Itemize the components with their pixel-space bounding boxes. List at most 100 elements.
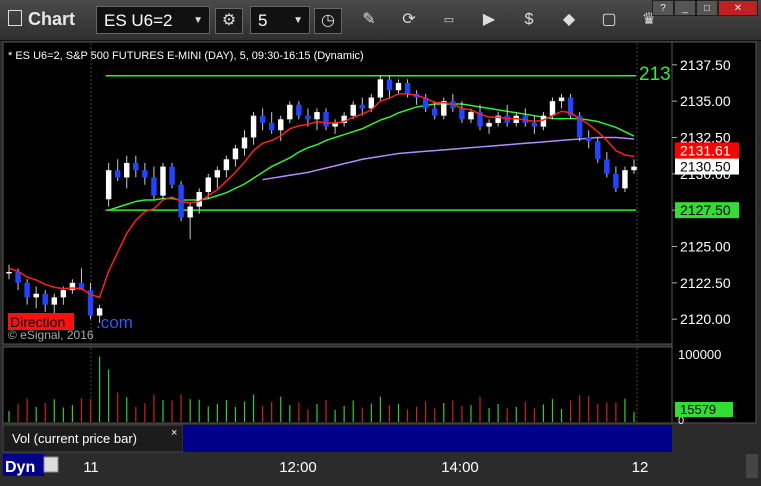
- price-tick-label: 2125.00: [680, 239, 731, 255]
- candle-body: [6, 271, 12, 274]
- candle-body: [114, 170, 121, 178]
- candle-body: [232, 148, 239, 160]
- candle-body: [531, 122, 538, 127]
- watermark-text-b: .com: [96, 313, 133, 332]
- candle-body: [622, 170, 628, 189]
- candle-body: [595, 141, 601, 160]
- comment-icon[interactable]: ▢: [596, 8, 622, 32]
- candle-body: [305, 115, 311, 120]
- candle-body: [549, 101, 556, 116]
- price-tick-label: 2137.50: [680, 57, 731, 73]
- volume-pane: [2, 346, 673, 424]
- vol-legend-text: Vol (current price bar): [12, 431, 137, 446]
- candle-body: [278, 119, 284, 131]
- price-tick-label: 2135.00: [680, 93, 731, 109]
- candle-body: [432, 108, 438, 116]
- price-tag-text: 2127.50: [680, 202, 731, 218]
- chart-header: * ES U6=2, S&P 500 FUTURES E-MINI (DAY),…: [8, 50, 364, 62]
- candle-body: [404, 82, 411, 94]
- x-tick-label: 11: [83, 459, 99, 476]
- chevron-down-icon: ▼: [293, 15, 303, 26]
- chevron-down-icon: ▼: [193, 15, 203, 26]
- dollar-icon[interactable]: $: [516, 8, 542, 32]
- candle-body: [558, 97, 565, 102]
- price-tick-label: 2120.00: [680, 311, 731, 327]
- candle-body: [60, 290, 67, 298]
- candle-body: [196, 192, 202, 207]
- candle-body: [540, 115, 547, 127]
- vol-legend-close-icon[interactable]: ×: [171, 427, 177, 439]
- candle-body: [250, 115, 257, 138]
- vol-tag-text: 15579: [680, 402, 716, 417]
- price-chart[interactable]: * ES U6=2, S&P 500 FUTURES E-MINI (DAY),…: [0, 41, 761, 481]
- symbol-value: ES U6=2: [104, 11, 173, 30]
- candle-body: [359, 104, 365, 109]
- refresh-icon[interactable]: ⟳: [396, 8, 422, 32]
- vol-tick-label: 100000: [678, 347, 721, 362]
- price-tag-text: 2130.50: [680, 159, 731, 175]
- candle-body: [386, 79, 393, 91]
- candle-body: [151, 177, 157, 196]
- candle-body: [24, 282, 30, 298]
- help-button[interactable]: ?: [652, 0, 674, 16]
- chart-area[interactable]: * ES U6=2, S&P 500 FUTURES E-MINI (DAY),…: [0, 41, 761, 481]
- link-settings-icon[interactable]: ⚙: [215, 8, 243, 34]
- candle-body: [160, 166, 166, 196]
- candle-body: [15, 271, 21, 283]
- candle-body: [613, 173, 619, 189]
- top-line-label: 213: [639, 64, 671, 85]
- copyright-text: © eSignal, 2016: [8, 328, 94, 342]
- play-icon[interactable]: ▶: [476, 8, 502, 32]
- price-tag-text: 2131.61: [680, 142, 731, 158]
- candle-body: [33, 293, 39, 298]
- candle-body: [42, 293, 48, 305]
- candle-body: [214, 170, 221, 178]
- vol-legend-bar: [183, 425, 672, 452]
- close-button[interactable]: ✕: [718, 0, 758, 16]
- candle-body: [314, 112, 320, 120]
- eraser-icon[interactable]: ◆: [556, 8, 582, 32]
- candle-body: [51, 297, 58, 305]
- lot-icon[interactable]: ▭: [436, 8, 462, 32]
- candle-body: [142, 170, 148, 178]
- pencil-icon[interactable]: ✎: [356, 8, 382, 32]
- candle-body: [468, 112, 474, 120]
- x-tick-label: 14:00: [441, 459, 479, 476]
- candle-body: [259, 115, 266, 123]
- app-title-text: Chart: [28, 9, 76, 29]
- candle-body: [585, 137, 592, 142]
- candle-body: [604, 159, 610, 174]
- candle-body: [187, 206, 193, 218]
- candle-body: [368, 97, 375, 109]
- candle-body: [105, 170, 112, 200]
- candle-body: [241, 137, 248, 149]
- price-tick-label: 2122.50: [680, 275, 731, 291]
- clock-icon[interactable]: ◷: [314, 8, 342, 34]
- candle-body: [395, 82, 402, 91]
- candle-body: [459, 108, 465, 120]
- candle-body: [268, 122, 275, 131]
- candle-body: [223, 159, 230, 171]
- candle-body: [287, 104, 293, 120]
- candle-body: [631, 166, 637, 171]
- title-bar: Chart ES U6=2 ▼ ⚙ 5 ▼ ◷ ✎ ⟳ ▭ ▶ $ ◆ ▢ ♛ ? …: [0, 0, 761, 41]
- candle-body: [205, 177, 211, 192]
- x-tick-label: 12:00: [279, 459, 317, 476]
- candle-body: [169, 166, 175, 185]
- maximize-button[interactable]: □: [696, 0, 718, 16]
- minimize-button[interactable]: _: [674, 0, 696, 16]
- interval-dropdown[interactable]: 5 ▼: [250, 6, 310, 34]
- x-tick-label: 12: [632, 459, 649, 476]
- candle-body: [377, 79, 384, 98]
- candle-body: [350, 104, 356, 116]
- candle-body: [124, 162, 130, 178]
- price-pane: [2, 41, 673, 345]
- interval-value: 5: [258, 11, 268, 30]
- symbol-dropdown[interactable]: ES U6=2 ▼: [96, 6, 210, 34]
- lock-icon[interactable]: [43, 456, 59, 473]
- chart-window-icon: [8, 10, 22, 26]
- app-title: Chart: [8, 9, 75, 30]
- candle-body: [133, 162, 139, 171]
- resize-grip-icon[interactable]: [746, 454, 758, 478]
- candle-body: [486, 122, 492, 127]
